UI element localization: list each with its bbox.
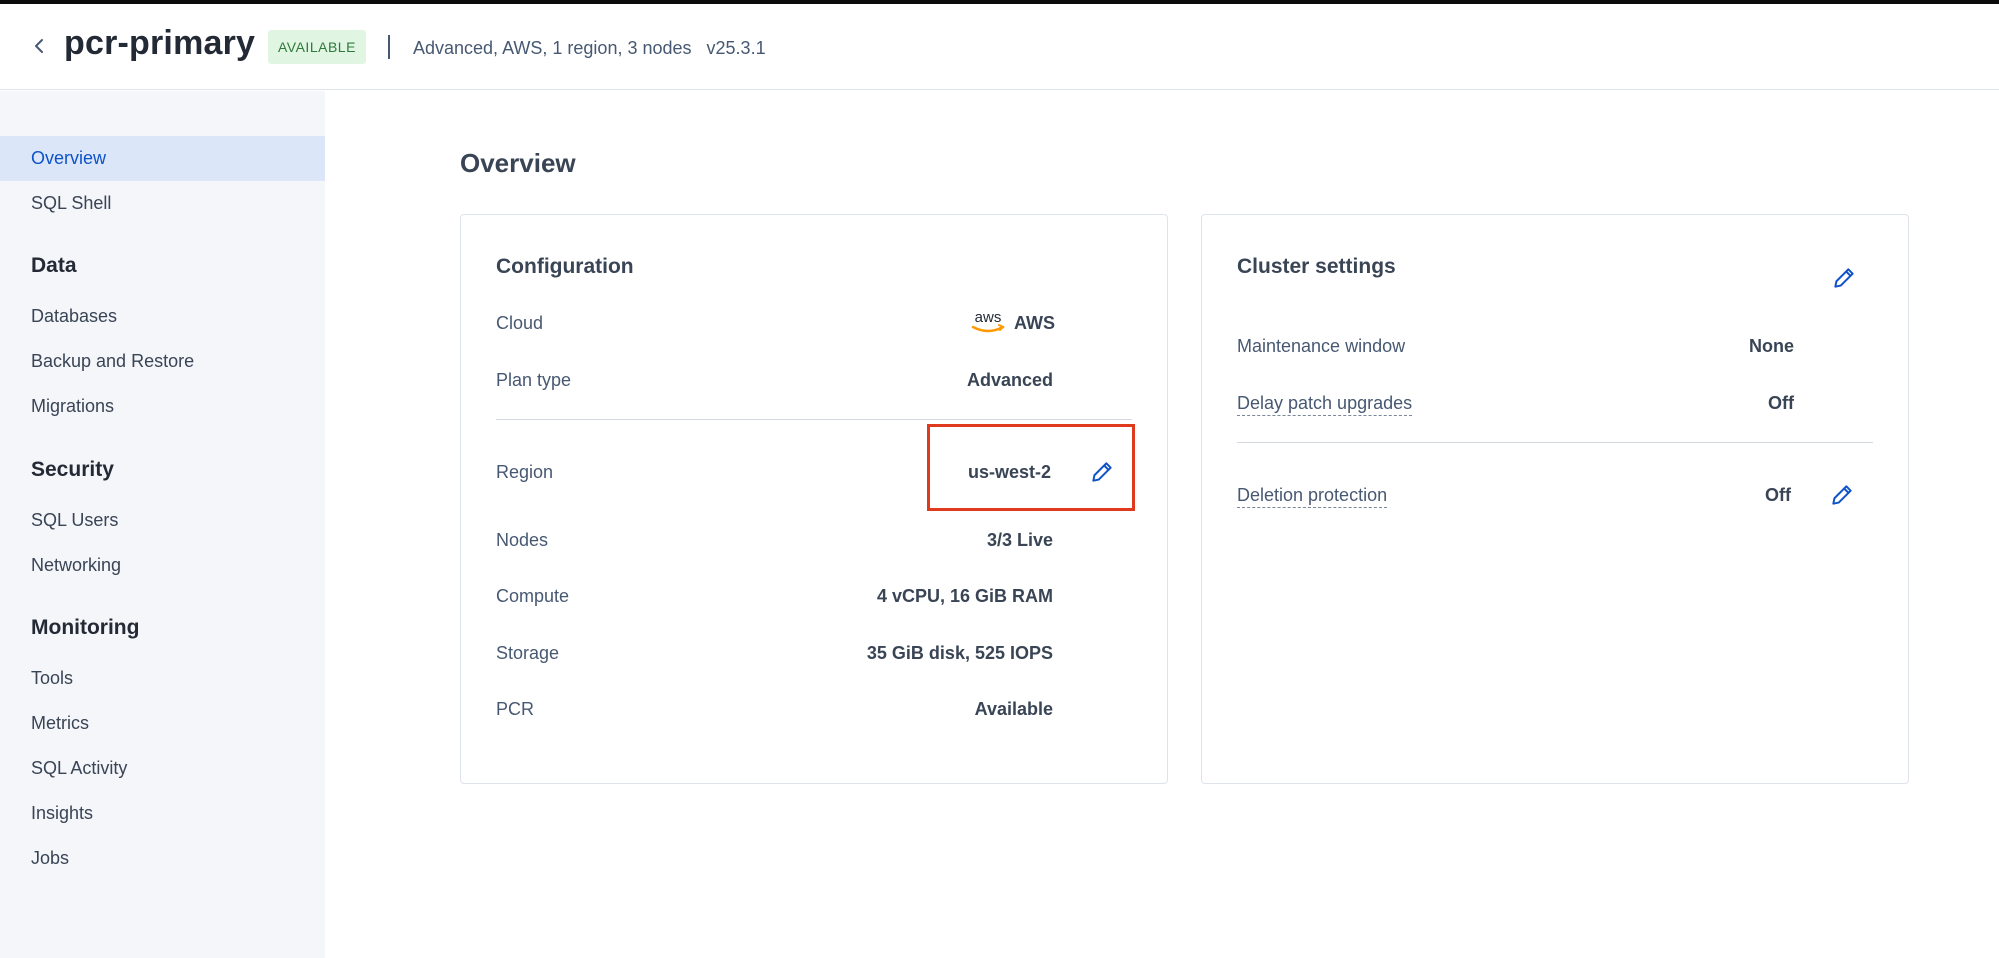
cloud-label: Cloud — [496, 313, 544, 333]
sidebar-section-security: Security — [31, 458, 114, 481]
sidebar: Overview SQL Shell Data Databases Backup… — [0, 91, 325, 958]
aws-logo-text: aws — [975, 309, 1002, 326]
maintenance-window-label: Maintenance window — [1237, 336, 1406, 356]
sidebar-item-insights[interactable]: Insights — [0, 791, 325, 836]
sidebar-section-monitoring: Monitoring — [31, 616, 140, 639]
cluster-meta: Advanced, AWS, 1 region, 3 nodes v25.3.1 — [413, 38, 766, 59]
compute-label: Compute — [496, 586, 570, 606]
delay-patch-upgrades-label[interactable]: Delay patch upgrades — [1237, 393, 1413, 416]
sidebar-item-jobs[interactable]: Jobs — [0, 836, 325, 881]
aws-logo-icon: aws — [971, 309, 1005, 333]
cluster-name: pcr-primary — [64, 24, 256, 62]
settings-divider — [1237, 442, 1873, 443]
nodes-label: Nodes — [496, 530, 549, 550]
plan-type-value: Advanced — [966, 370, 1053, 390]
sidebar-item-sql-shell[interactable]: SQL Shell — [0, 181, 325, 226]
sidebar-item-databases[interactable]: Databases — [0, 294, 325, 339]
region-label: Region — [496, 462, 554, 482]
config-divider — [496, 419, 1132, 420]
cluster-settings-title: Cluster settings — [1237, 255, 1396, 278]
maintenance-window-value: None — [1749, 336, 1794, 356]
sidebar-item-backup-and-restore[interactable]: Backup and Restore — [0, 339, 325, 384]
sidebar-section-data: Data — [31, 254, 77, 277]
status-badge: AVAILABLE — [268, 30, 366, 64]
header-divider — [388, 35, 390, 59]
sidebar-item-migrations[interactable]: Migrations — [0, 384, 325, 429]
compute-value: 4 vCPU, 16 GiB RAM — [876, 586, 1053, 606]
storage-label: Storage — [496, 643, 560, 663]
sidebar-item-tools[interactable]: Tools — [0, 656, 325, 701]
pcr-value: Available — [974, 699, 1053, 719]
cloud-value: AWS — [1014, 313, 1056, 333]
configuration-title: Configuration — [496, 255, 634, 278]
page-title: Overview — [460, 148, 576, 178]
pcr-label: PCR — [496, 699, 535, 719]
nodes-value: 3/3 Live — [986, 530, 1053, 550]
page-header: pcr-primary AVAILABLE Advanced, AWS, 1 r… — [0, 4, 1999, 90]
plan-type-label: Plan type — [496, 370, 572, 390]
deletion-protection-value: Off — [1765, 485, 1791, 505]
cluster-meta-summary: Advanced, AWS, 1 region, 3 nodes — [413, 38, 692, 58]
edit-deletion-protection-pencil-icon[interactable] — [1829, 482, 1855, 508]
storage-value: 35 GiB disk, 525 IOPS — [866, 643, 1053, 663]
edit-cluster-settings-pencil-icon[interactable] — [1831, 265, 1857, 291]
cluster-version: v25.3.1 — [706, 38, 766, 58]
sidebar-item-sql-users[interactable]: SQL Users — [0, 498, 325, 543]
chevron-left-icon[interactable] — [28, 34, 52, 58]
sidebar-item-overview[interactable]: Overview — [0, 136, 325, 181]
sidebar-item-metrics[interactable]: Metrics — [0, 701, 325, 746]
sidebar-item-sql-activity[interactable]: SQL Activity — [0, 746, 325, 791]
deletion-protection-label[interactable]: Deletion protection — [1237, 485, 1388, 508]
delay-patch-upgrades-value: Off — [1768, 393, 1794, 413]
region-highlight-box — [927, 424, 1135, 511]
sidebar-item-networking[interactable]: Networking — [0, 543, 325, 588]
